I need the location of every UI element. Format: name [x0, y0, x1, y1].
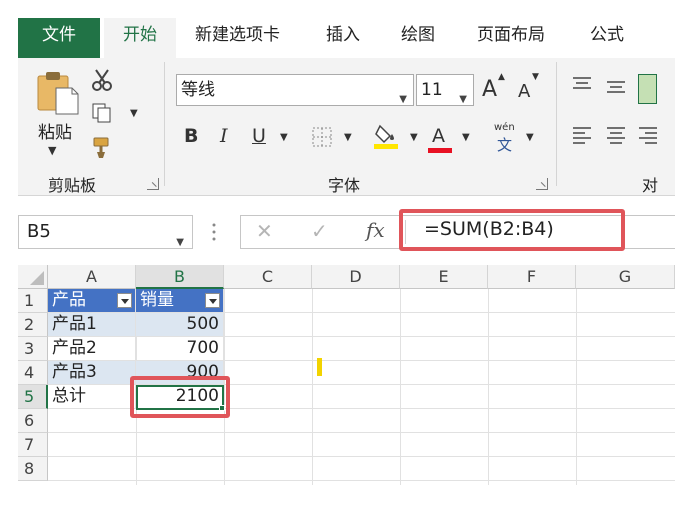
font-name-select[interactable]: 等线 ▼ [176, 74, 414, 106]
column-header-c[interactable]: C [224, 265, 312, 289]
caret-up-icon: ▲ [498, 72, 505, 82]
ribbon-home: 粘贴 ▼ ▼ 剪贴板 等线 ▼ 11 ▼ A ▲ A ▼ B I U ▼ ▼ ▼… [18, 58, 675, 196]
caret-down-icon: ▼ [532, 72, 539, 82]
column-header-d[interactable]: D [312, 265, 400, 289]
paste-label[interactable]: 粘贴 [38, 118, 72, 143]
align-left-icon[interactable] [570, 124, 594, 148]
table-cell[interactable]: 500 [136, 313, 224, 337]
select-all-button[interactable] [18, 265, 48, 289]
align-right-icon[interactable] [638, 124, 662, 148]
enter-icon[interactable]: ✓ [311, 219, 328, 243]
fill-color-icon[interactable] [374, 122, 398, 149]
italic-button[interactable]: I [220, 122, 228, 150]
total-label-cell[interactable]: 总计 [48, 385, 136, 409]
align-top-icon[interactable] [570, 74, 594, 98]
column-header-e[interactable]: E [400, 265, 488, 289]
chevron-down-icon[interactable]: ▼ [48, 144, 56, 157]
font-size-select[interactable]: 11 ▼ [416, 74, 474, 106]
column-header-f[interactable]: F [488, 265, 576, 289]
format-painter-icon[interactable] [90, 136, 114, 160]
row-header-1[interactable]: 1 [18, 289, 48, 313]
column-header-a[interactable]: A [48, 265, 136, 289]
phonetic-dropdown-icon[interactable]: ▼ [526, 132, 534, 143]
cancel-icon[interactable]: ✕ [256, 219, 273, 243]
paste-button[interactable] [36, 70, 80, 116]
align-bottom-icon[interactable] [638, 74, 657, 104]
ribbon-tab-bar: 文件 开始 新建选项卡 插入 绘图 页面布局 公式 [0, 0, 675, 58]
group-divider [556, 62, 557, 186]
shrink-font-button[interactable]: A [518, 78, 530, 106]
row-header-7[interactable]: 7 [18, 433, 48, 457]
clipboard-launcher-icon[interactable] [147, 178, 159, 190]
chevron-down-icon: ▼ [176, 237, 184, 248]
align-center-icon[interactable] [604, 124, 628, 148]
underline-button[interactable]: U [252, 122, 266, 150]
row-header-2[interactable]: 2 [18, 313, 48, 337]
tab-page-layout[interactable]: 页面布局 [477, 18, 545, 58]
font-name-value: 等线 [181, 80, 215, 100]
tab-insert[interactable]: 插入 [326, 18, 360, 58]
font-color-dropdown-icon[interactable]: ▼ [462, 132, 470, 143]
row-header-8[interactable]: 8 [18, 457, 48, 481]
name-box[interactable]: B5 ▼ [18, 215, 193, 249]
bold-button[interactable]: B [184, 122, 198, 150]
font-size-value: 11 [421, 80, 443, 100]
tab-file[interactable]: 文件 [18, 18, 100, 58]
font-group-label: 字体 [328, 176, 361, 195]
font-color-button[interactable]: A [432, 122, 445, 150]
fill-color-dropdown-icon[interactable]: ▼ [410, 132, 418, 143]
copy-icon[interactable] [90, 101, 114, 125]
font-launcher-icon[interactable] [536, 178, 548, 190]
chevron-down-icon: ▼ [399, 94, 407, 105]
phonetic-button-glyph[interactable]: 文 [497, 134, 512, 155]
row-header-5[interactable]: 5 [18, 385, 48, 409]
phonetic-button-top[interactable]: wén [494, 122, 515, 133]
filter-dropdown-icon[interactable] [117, 293, 132, 308]
borders-dropdown-icon[interactable]: ▼ [344, 132, 352, 143]
clipboard-group-label: 剪贴板 [48, 176, 97, 195]
tab-home[interactable]: 开始 [104, 18, 176, 58]
borders-icon[interactable] [310, 125, 334, 149]
align-middle-icon[interactable] [604, 76, 628, 100]
table-header-cell[interactable]: 销量 [136, 289, 224, 313]
table-cell[interactable]: 700 [136, 337, 224, 361]
table-header-label: 销量 [140, 290, 174, 310]
table-cell[interactable]: 产品1 [48, 313, 136, 337]
row-header-3[interactable]: 3 [18, 337, 48, 361]
row-header-6[interactable]: 6 [18, 409, 48, 433]
paste-icon [37, 72, 79, 115]
grow-font-button[interactable]: A [482, 76, 497, 104]
name-box-value: B5 [27, 221, 51, 242]
column-header-g[interactable]: G [576, 265, 675, 289]
table-cell[interactable]: 产品3 [48, 361, 136, 385]
tab-new-tab[interactable]: 新建选项卡 [195, 18, 280, 58]
tab-draw[interactable]: 绘图 [401, 18, 435, 58]
alignment-group-label: 对 [642, 176, 659, 195]
underline-dropdown-icon[interactable]: ▼ [280, 132, 288, 143]
row-header-4[interactable]: 4 [18, 361, 48, 385]
worksheet-grid: A B C D E F G 1 2 3 4 5 6 7 8 产品 销量 产品1 … [18, 265, 675, 485]
table-header-cell[interactable]: 产品 [48, 289, 136, 313]
text-cursor-marker [317, 358, 322, 376]
table-header-label: 产品 [52, 290, 86, 310]
font-color-swatch [428, 148, 452, 153]
insert-function-button[interactable]: fx [366, 218, 385, 242]
formula-bar-grip-icon[interactable] [212, 222, 216, 242]
cut-icon[interactable] [90, 68, 114, 92]
table-cell[interactable]: 产品2 [48, 337, 136, 361]
column-header-b[interactable]: B [136, 265, 224, 289]
cell-highlight-annotation [130, 376, 230, 418]
formula-highlight-annotation [399, 209, 625, 251]
filter-dropdown-icon[interactable] [205, 293, 220, 308]
copy-dropdown-icon[interactable]: ▼ [130, 108, 138, 119]
tab-formulas[interactable]: 公式 [590, 18, 624, 58]
chevron-down-icon: ▼ [459, 94, 467, 105]
group-divider [164, 62, 165, 186]
